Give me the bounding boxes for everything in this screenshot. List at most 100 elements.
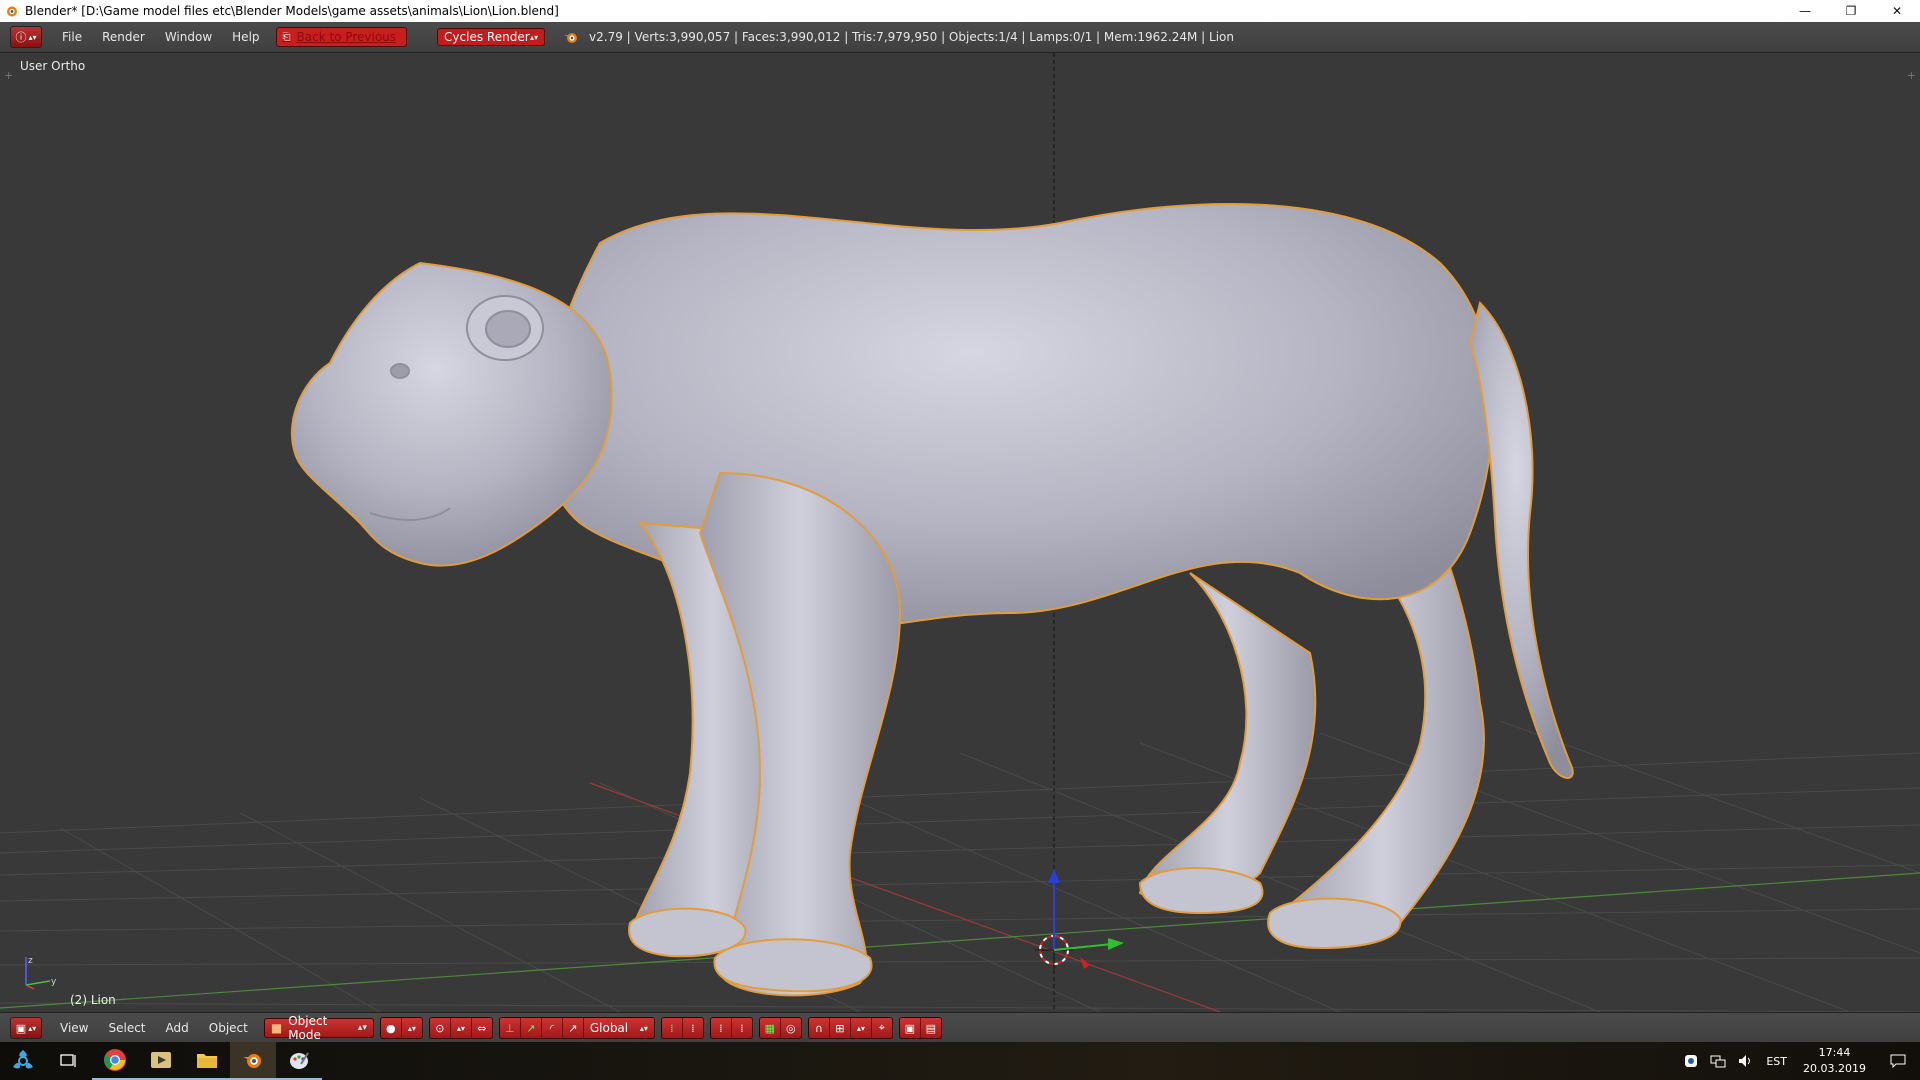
start-button[interactable] xyxy=(0,1042,46,1080)
region-expand-right-icon[interactable]: + xyxy=(1907,69,1916,82)
menu-window[interactable]: Window xyxy=(155,30,222,44)
lion-rear-paw-near xyxy=(1267,897,1402,950)
proportional-edit-button[interactable]: ◎ xyxy=(780,1018,801,1038)
volume-icon[interactable] xyxy=(1732,1054,1760,1068)
blender-icon xyxy=(243,1054,261,1068)
manipulator-group: ⊥ ↗ ◜ ↗ Global ▴▾ xyxy=(498,1017,655,1039)
menu-select[interactable]: Select xyxy=(98,1021,155,1035)
notification-icon xyxy=(1890,1054,1906,1069)
back-to-previous-label: Back to Previous xyxy=(296,30,397,44)
opengl-render-animation-button[interactable]: ▤ xyxy=(920,1018,941,1038)
dropdown-arrows-icon: ▴▾ xyxy=(407,1023,416,1033)
dropdown-arrows-icon: ▴▾ xyxy=(530,32,539,42)
render-tools-group: ▣ ▤ xyxy=(898,1017,942,1039)
taskbar-paint[interactable] xyxy=(276,1042,322,1080)
region-expand-left-icon[interactable]: + xyxy=(4,69,13,82)
editor-type-button-3d[interactable]: ▣ ▴▾ xyxy=(10,1017,42,1039)
media-player-icon xyxy=(151,1052,171,1068)
taskbar-file-explorer[interactable] xyxy=(184,1042,230,1080)
input-language[interactable]: EST xyxy=(1760,1055,1793,1068)
3d-view-icon: ▣ xyxy=(15,1021,27,1035)
transform-orientation-select[interactable]: Global ▴▾ xyxy=(583,1018,654,1038)
layers-group-b: ⁞ ⁞ xyxy=(709,1017,753,1039)
manipulate-center-button[interactable]: ⇔ xyxy=(471,1018,492,1038)
shading-dropdown-button[interactable]: ▴▾ xyxy=(401,1018,422,1038)
render-engine-select[interactable]: Cycles Render ▴▾ xyxy=(437,28,546,46)
taskbar-blender[interactable] xyxy=(230,1042,276,1080)
editor-type-button[interactable]: ⓘ ▴▾ xyxy=(10,26,42,48)
camera-lock-icon: ▦ xyxy=(764,1021,776,1035)
taskbar-chrome[interactable] xyxy=(92,1042,138,1080)
scene-statistics: v2.79 | Verts:3,990,057 | Faces:3,990,01… xyxy=(589,30,1234,44)
blender-app-icon xyxy=(7,6,17,17)
system-clock[interactable]: 17:44 20.03.2019 xyxy=(1793,1045,1876,1077)
3d-viewport[interactable]: z y + + User Ortho (2) Lion xyxy=(0,53,1920,1012)
transform-orientation-value: Global xyxy=(589,1021,629,1035)
lion-front-paw-near xyxy=(713,938,873,993)
restore-button[interactable]: ❐ xyxy=(1828,0,1874,22)
clock-date: 20.03.2019 xyxy=(1803,1062,1866,1075)
y-axis-line xyxy=(0,872,1920,1009)
viewport-shading-button[interactable]: ● xyxy=(380,1018,402,1038)
menu-view[interactable]: View xyxy=(50,1021,98,1035)
opengl-render-image-button[interactable]: ▣ xyxy=(899,1018,921,1038)
lion-rear-leg-far xyxy=(1138,572,1317,900)
lion-ear-inner xyxy=(485,310,531,348)
interaction-mode-select[interactable]: ■ Object Mode ▴▾ xyxy=(263,1014,374,1042)
pivot-point-button[interactable]: ⊙ xyxy=(429,1018,451,1038)
scale-manipulator-button[interactable]: ↗ xyxy=(562,1018,584,1038)
floor-grid xyxy=(0,720,1920,1012)
action-center-button[interactable] xyxy=(1876,1053,1920,1069)
menu-help[interactable]: Help xyxy=(222,30,269,44)
misc-tools-group: ▦ ◎ xyxy=(758,1017,802,1039)
layer-grid-icon: ⁞ xyxy=(740,1021,744,1035)
dropdown-arrows-icon: ▴▾ xyxy=(357,1023,367,1033)
system-tray: EST 17:44 20.03.2019 xyxy=(1678,1042,1920,1080)
window-title: Blender* [D:\Game model files etc\Blende… xyxy=(25,4,559,18)
close-button[interactable]: ✕ xyxy=(1874,0,1920,22)
view-axis-gizmo: z y xyxy=(25,956,57,990)
layer-button[interactable]: ⁞ xyxy=(710,1018,732,1038)
rotate-icon: ◜ xyxy=(549,1021,554,1035)
start-icon xyxy=(13,1050,33,1069)
snap-dropdown-button[interactable]: ▴▾ xyxy=(850,1018,872,1038)
layer-button[interactable]: ⁞ xyxy=(731,1018,752,1038)
manipulator-toggle-button[interactable]: ⊥ xyxy=(499,1018,521,1038)
tray-app-icon[interactable] xyxy=(1678,1054,1704,1068)
taskbar-media-player[interactable] xyxy=(138,1042,184,1080)
pivot-icon: ⊙ xyxy=(435,1021,445,1035)
back-to-previous-button[interactable]: ⎗ Back to Previous xyxy=(275,27,408,47)
snap-target-button[interactable]: ⌖ xyxy=(871,1018,892,1038)
network-icon[interactable] xyxy=(1704,1054,1732,1068)
lion-rear-paw-far xyxy=(1138,867,1264,915)
translate-arrow-icon: ↗ xyxy=(526,1021,536,1035)
snap-button[interactable]: ∩ xyxy=(808,1018,830,1038)
scale-icon: ↗ xyxy=(568,1021,578,1035)
task-view-button[interactable] xyxy=(46,1042,92,1080)
pivot-dropdown-button[interactable]: ▴▾ xyxy=(450,1018,472,1038)
menu-object[interactable]: Object xyxy=(199,1021,258,1035)
clock-time: 17:44 xyxy=(1818,1046,1851,1059)
viewport-canvas: z y xyxy=(0,53,1920,1012)
lock-camera-button[interactable]: ▦ xyxy=(759,1018,781,1038)
menu-render[interactable]: Render xyxy=(92,30,155,44)
layer-grid-icon: ⁞ xyxy=(670,1021,674,1035)
layer-grid-icon: ⁞ xyxy=(719,1021,723,1035)
chrome-icon xyxy=(104,1049,126,1071)
magnet-icon: ∩ xyxy=(814,1021,823,1035)
proportional-edit-icon: ◎ xyxy=(786,1021,796,1035)
render-engine-value: Cycles Render xyxy=(444,30,530,44)
translate-manipulator-button[interactable]: ↗ xyxy=(520,1018,542,1038)
minimize-button[interactable]: — xyxy=(1782,0,1828,22)
windows-taskbar: EST 17:44 20.03.2019 xyxy=(0,1042,1920,1080)
rotate-manipulator-button[interactable]: ◜ xyxy=(541,1018,563,1038)
layer-button[interactable]: ⁞ xyxy=(661,1018,683,1038)
manipulator-icon: ⊥ xyxy=(505,1021,515,1035)
layer-grid-icon: ⁞ xyxy=(691,1021,695,1035)
menu-add[interactable]: Add xyxy=(156,1021,199,1035)
snap-target-icon: ⌖ xyxy=(878,1021,885,1034)
lion-eye xyxy=(390,363,410,379)
layer-button[interactable]: ⁞ xyxy=(682,1018,703,1038)
snap-element-button[interactable]: ⊞ xyxy=(829,1018,851,1038)
menu-file[interactable]: File xyxy=(52,30,92,44)
